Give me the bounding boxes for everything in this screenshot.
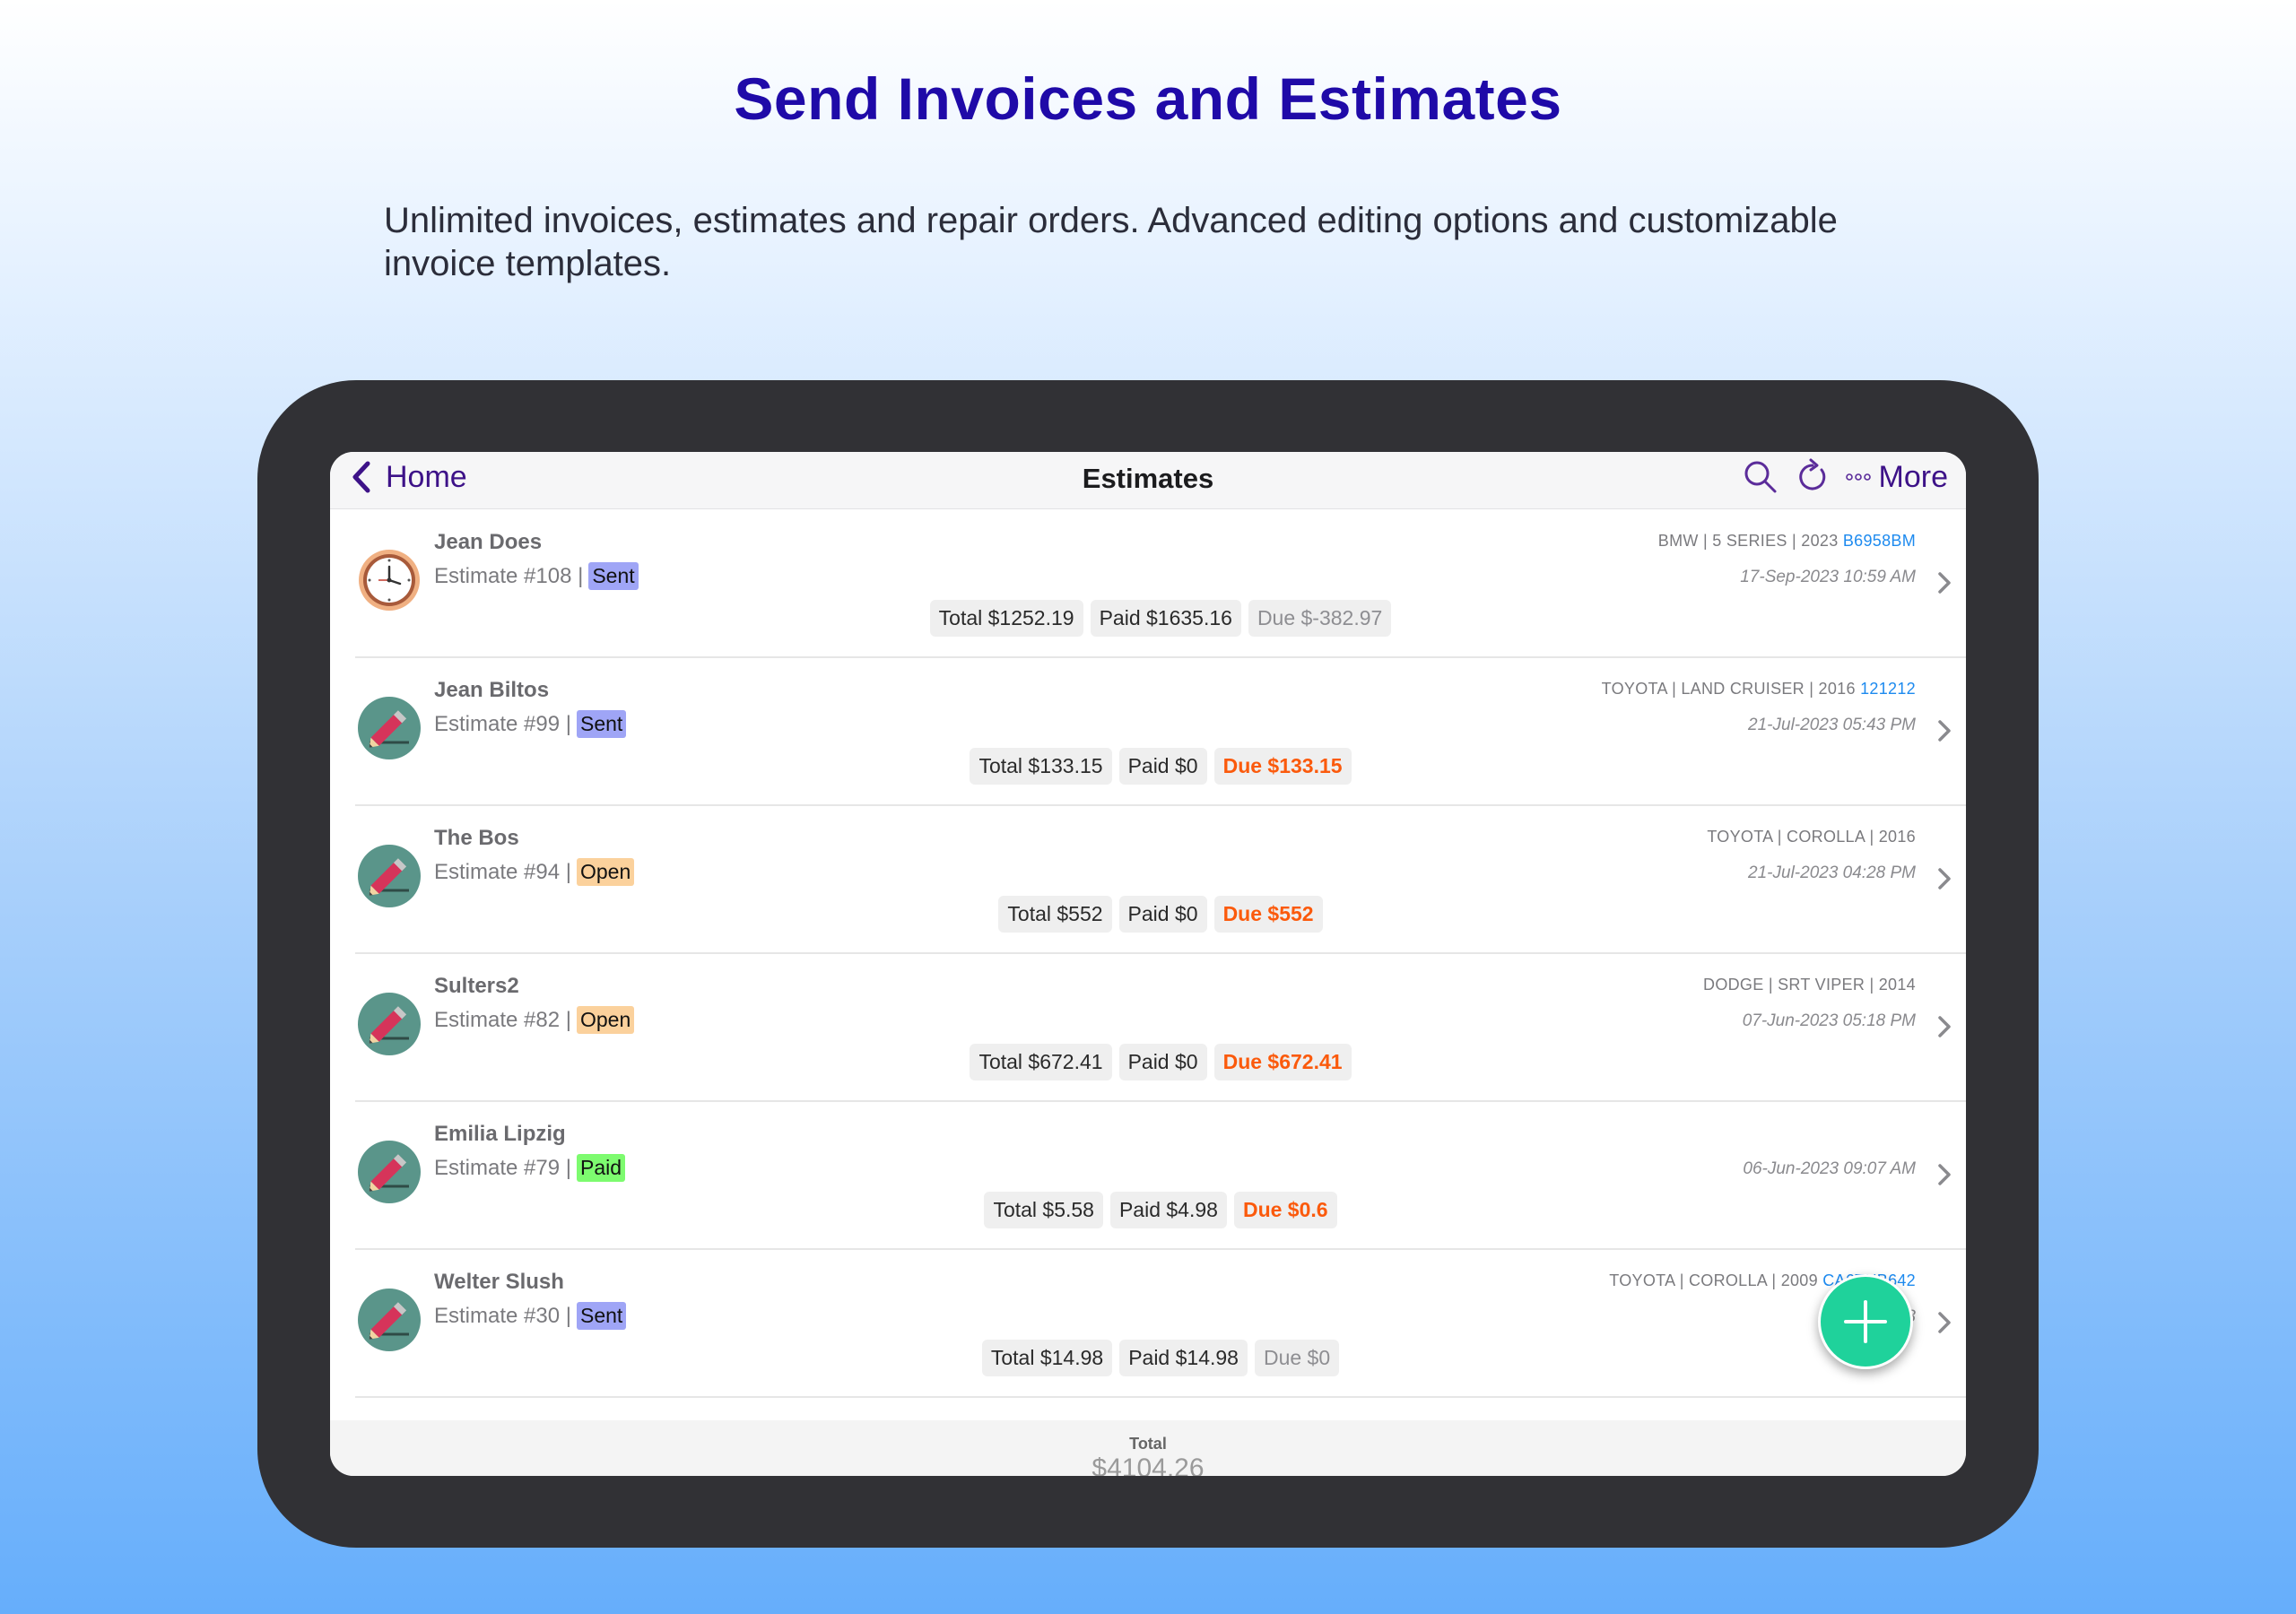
due-amount: Due $133.15 — [1213, 748, 1352, 785]
estimate-date: 21-Jul-2023 04:28 PM — [1748, 863, 1916, 882]
total-amount: Total $133.15 — [970, 748, 1112, 785]
plus-icon — [1844, 1300, 1887, 1343]
chevron-right-icon[interactable] — [1935, 1161, 1953, 1188]
amounts-row: Total $14.98 Paid $14.98 Due $0 — [355, 1340, 1966, 1376]
more-button[interactable]: More — [1845, 460, 1948, 495]
estimate-date: 21-Jul-2023 05:43 PM — [1748, 716, 1916, 734]
paid-amount: Paid $0 — [1118, 1044, 1207, 1080]
search-icon[interactable] — [1741, 457, 1780, 497]
paid-amount: Paid $1635.16 — [1090, 600, 1241, 637]
estimates-list: Jean Does Estimate #108 | Sent BMW | 5 SERI… — [355, 510, 1966, 1398]
chevron-right-icon[interactable] — [1935, 1309, 1953, 1336]
due-amount: Due $0 — [1254, 1340, 1340, 1376]
total-footer: Total $4104.26 — [330, 1420, 1966, 1476]
estimate-number: Estimate #108 | — [434, 563, 584, 588]
chevron-right-icon[interactable] — [1935, 569, 1953, 596]
due-amount: Due $-382.97 — [1248, 600, 1392, 637]
due-amount: Due $552 — [1213, 896, 1323, 933]
customer-name: The Bos — [434, 826, 519, 850]
vehicle-info: DODGE | SRT VIPER | 2014 — [1703, 976, 1916, 994]
paid-amount: Paid $0 — [1118, 748, 1207, 785]
license-plate: B6958BM — [1842, 532, 1916, 550]
total-amount: Total $5.58 — [984, 1192, 1103, 1228]
due-amount: Due $0.6 — [1233, 1192, 1337, 1228]
estimate-number-line: Estimate #30 | Sent — [434, 1302, 627, 1330]
estimate-date: 06-Jun-2023 09:07 AM — [1743, 1159, 1916, 1178]
vehicle-text: DODGE | SRT VIPER | 2014 — [1703, 976, 1916, 994]
refresh-icon[interactable] — [1793, 457, 1832, 497]
status-badge: Open — [576, 1006, 635, 1034]
chevron-right-icon[interactable] — [1935, 1013, 1953, 1040]
chevron-right-icon[interactable] — [1935, 717, 1953, 744]
promo-headline: Send Invoices and Estimates — [734, 65, 1562, 132]
due-amount: Due $672.41 — [1213, 1044, 1352, 1080]
total-amount: Total $552 — [998, 896, 1112, 933]
estimate-row[interactable]: Jean Does Estimate #108 | Sent BMW | 5 SERI… — [355, 510, 1966, 658]
estimate-number: Estimate #30 | — [434, 1303, 571, 1328]
paid-amount: Paid $4.98 — [1109, 1192, 1227, 1228]
estimate-row[interactable]: Welter Slush Estimate #30 | Sent TOYOTA | C… — [355, 1250, 1966, 1398]
total-amount: Total $672.41 — [970, 1044, 1112, 1080]
estimate-number: Estimate #82 | — [434, 1007, 571, 1032]
add-estimate-button[interactable] — [1818, 1274, 1913, 1369]
estimate-row[interactable]: Emilia Lipzig Estimate #79 | Paid 06-Jun-20… — [355, 1102, 1966, 1250]
chevron-right-icon[interactable] — [1935, 865, 1953, 892]
amounts-row: Total $133.15 Paid $0 Due $133.15 — [355, 748, 1966, 785]
status-badge: Sent — [576, 710, 627, 738]
estimate-row[interactable]: The Bos Estimate #94 | Open TOYOTA | COROLL… — [355, 806, 1966, 954]
customer-name: Emilia Lipzig — [434, 1122, 566, 1146]
page-title: Estimates — [1082, 463, 1214, 494]
estimate-number-line: Estimate #79 | Paid — [434, 1154, 626, 1182]
vehicle-text: TOYOTA | LAND CRUISER | 2016 — [1601, 680, 1856, 698]
status-badge: Sent — [588, 562, 639, 590]
estimate-number: Estimate #94 | — [434, 859, 571, 884]
footer-total-value: $4104.26 — [1091, 1453, 1205, 1476]
customer-name: Jean Does — [434, 530, 543, 554]
vehicle-text: TOYOTA | COROLLA | 2009 — [1609, 1271, 1818, 1289]
license-plate: 121212 — [1860, 680, 1916, 698]
estimate-date: 17-Sep-2023 10:59 AM — [1740, 568, 1916, 586]
customer-name: Jean Biltos — [434, 678, 550, 702]
amounts-row: Total $1252.19 Paid $1635.16 Due $-382.97 — [355, 600, 1966, 637]
estimate-number-line: Estimate #99 | Sent — [434, 710, 627, 738]
estimate-number-line: Estimate #94 | Open — [434, 858, 635, 886]
app-screen: Home Estimates More Jean Does Estimate #… — [330, 452, 1966, 1476]
customer-name: Sulters2 — [434, 974, 519, 998]
total-amount: Total $1252.19 — [929, 600, 1083, 637]
status-badge: Paid — [576, 1154, 626, 1182]
estimate-number: Estimate #99 | — [434, 711, 571, 736]
status-badge: Sent — [576, 1302, 627, 1330]
estimate-number-line: Estimate #108 | Sent — [434, 562, 639, 590]
vehicle-text: BMW | 5 SERIES | 2023 — [1657, 532, 1839, 550]
promo-subtext: Unlimited invoices, estimates and repair… — [384, 201, 1838, 283]
amounts-row: Total $552 Paid $0 Due $552 — [355, 896, 1966, 933]
vehicle-info: BMW | 5 SERIES | 2023 B6958BM — [1658, 532, 1916, 551]
vehicle-text: TOYOTA | COROLLA | 2016 — [1707, 828, 1916, 846]
paid-amount: Paid $14.98 — [1119, 1340, 1248, 1376]
customer-name: Welter Slush — [434, 1270, 564, 1294]
estimate-number-line: Estimate #82 | Open — [434, 1006, 635, 1034]
paid-amount: Paid $0 — [1118, 896, 1207, 933]
amounts-row: Total $672.41 Paid $0 Due $672.41 — [355, 1044, 1966, 1080]
estimate-row[interactable]: Sulters2 Estimate #82 | Open DODGE | SRT VI… — [355, 954, 1966, 1102]
more-dots-icon — [1845, 473, 1871, 481]
more-label: More — [1878, 459, 1948, 494]
footer-total-label: Total — [1129, 1435, 1167, 1453]
estimate-date: 07-Jun-2023 05:18 PM — [1742, 1011, 1916, 1030]
vehicle-info: TOYOTA | LAND CRUISER | 2016 121212 — [1602, 680, 1916, 699]
nav-actions: More — [1741, 457, 1948, 497]
total-amount: Total $14.98 — [981, 1340, 1113, 1376]
estimate-number: Estimate #79 | — [434, 1155, 571, 1180]
amounts-row: Total $5.58 Paid $4.98 Due $0.6 — [355, 1192, 1966, 1228]
navbar: Home Estimates More — [330, 452, 1966, 509]
status-badge: Open — [576, 858, 635, 886]
estimate-row[interactable]: Jean Biltos Estimate #99 | Sent TOYOTA | LA… — [355, 658, 1966, 806]
vehicle-info: TOYOTA | COROLLA | 2016 — [1707, 828, 1916, 846]
